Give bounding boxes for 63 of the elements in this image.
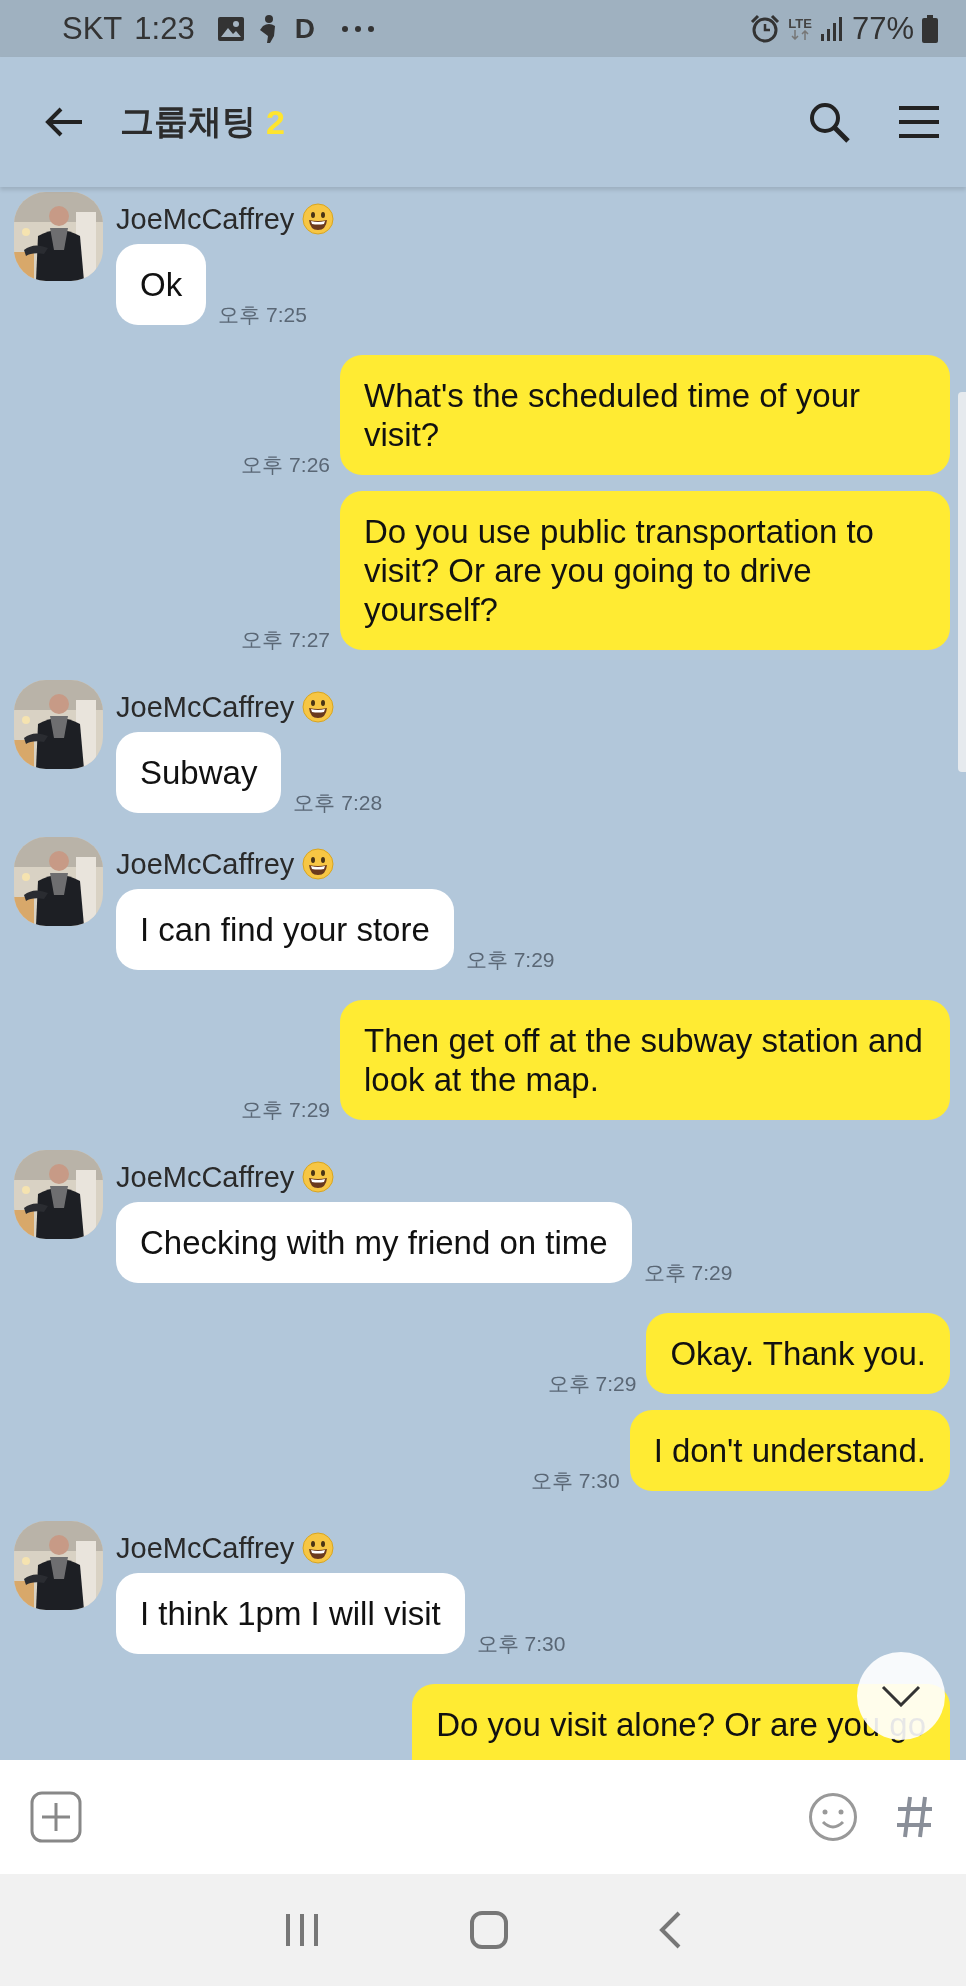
message-bubble: I don't understand. (629, 1410, 950, 1491)
sender-name: JoeMcCaffrey (116, 1160, 295, 1194)
sender-name: JoeMcCaffrey (116, 690, 295, 724)
grinning-face-icon (302, 1532, 335, 1564)
chat-title: 그룹채팅 (120, 101, 256, 142)
sender-name: JoeMcCaffrey (116, 1531, 295, 1565)
recents-button[interactable] (284, 1912, 321, 1948)
sender-name: JoeMcCaffrey (116, 847, 295, 881)
message-bubble: What's the scheduled time of your visit? (340, 355, 950, 475)
message-bubble: Do you use public transportation to visit? Or are you going to drive yourself? (340, 491, 950, 650)
data-arrows-icon (790, 30, 811, 40)
more-icon (340, 24, 375, 33)
message-time: 오후 7:30 (530, 1468, 620, 1494)
back-nav-button[interactable] (657, 1910, 682, 1950)
back-button[interactable] (44, 106, 84, 138)
attach-button[interactable] (30, 1791, 82, 1843)
message-bubble: I can find your store (116, 889, 454, 970)
member-count: 2 (266, 102, 285, 142)
message-time: 오후 7:26 (241, 452, 330, 478)
hashtag-button[interactable] (896, 1795, 934, 1839)
grinning-face-icon (302, 848, 335, 880)
message-bubble: Subway (116, 732, 282, 813)
smiley-icon (808, 1792, 858, 1842)
carrier: SKT (62, 10, 123, 47)
message-bubble: Checking with my friend on time (116, 1202, 632, 1283)
grinning-face-icon (302, 1161, 335, 1193)
search-icon (808, 101, 850, 143)
network-type: LTE (788, 17, 812, 30)
emoticon-button[interactable] (808, 1792, 858, 1842)
message-bubble: Ok (116, 244, 207, 325)
message-time: 오후 7:29 (465, 947, 555, 973)
chevron-left-icon (657, 1910, 682, 1950)
search-button[interactable] (808, 101, 850, 143)
grinning-face-icon (302, 203, 335, 235)
message-bubble: Okay. Thank you. (646, 1313, 950, 1394)
recents-icon (284, 1912, 321, 1948)
message-bubble: I think 1pm I will visit (116, 1573, 465, 1654)
app-notification-icon: D (294, 12, 315, 45)
hashtag-icon (896, 1795, 934, 1839)
message-time: 오후 7:28 (293, 790, 383, 816)
home-button[interactable] (469, 1910, 509, 1950)
menu-icon (898, 105, 940, 139)
message-time: 오후 7:29 (241, 1097, 330, 1123)
message-time: 오후 7:27 (241, 627, 330, 653)
chevron-down-icon (881, 1685, 921, 1707)
menu-button[interactable] (898, 105, 940, 139)
battery-percent: 77% (851, 10, 914, 47)
message-time: 오후 7:29 (643, 1260, 733, 1286)
sender-name: JoeMcCaffrey (116, 202, 295, 236)
image-icon (216, 15, 245, 42)
grinning-face-icon (302, 691, 335, 723)
signal-icon (819, 15, 844, 42)
clock: 1:23 (134, 10, 195, 47)
alarm-icon (750, 13, 781, 44)
plus-icon (30, 1791, 82, 1843)
home-icon (469, 1910, 509, 1950)
back-arrow-icon (44, 106, 84, 138)
message-time: 오후 7:29 (547, 1371, 637, 1397)
message-time: 오후 7:30 (476, 1631, 566, 1657)
message-bubble: Then get off at the subway station and look at the map. (340, 1000, 950, 1120)
scrollbar[interactable] (958, 392, 966, 772)
message-time: 오후 7:25 (218, 302, 307, 328)
battery-icon (922, 14, 938, 43)
